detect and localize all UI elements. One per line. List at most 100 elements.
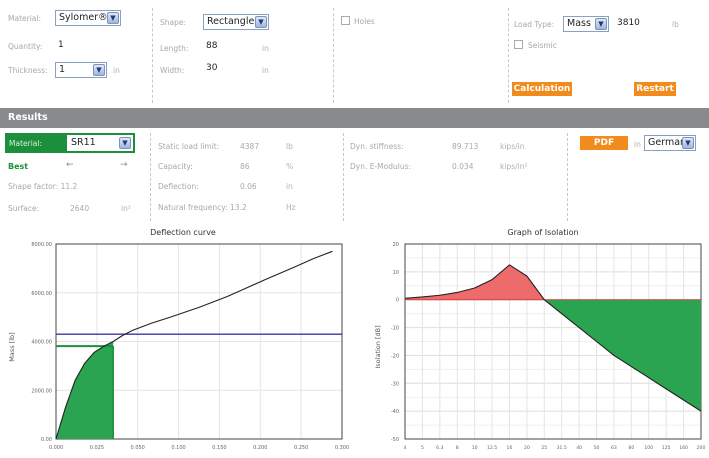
holes-label: Holes [354, 17, 375, 26]
capacity-label: Capacity: [158, 162, 193, 171]
seismic-label: Seismic [528, 41, 557, 50]
x-tick-label: 12.5 [487, 445, 497, 451]
x-tick-label: 16 [507, 445, 513, 451]
x-tick-label: 10 [472, 445, 478, 451]
y-tick-label: -30 [391, 381, 399, 387]
y-tick-label: 8000.00 [31, 242, 52, 248]
x-tick-label: 0.200 [253, 445, 267, 451]
chart-title: Graph of Isolation [507, 228, 578, 237]
calculation-button[interactable]: Calculation [512, 82, 572, 96]
divider [150, 133, 151, 221]
result-material-select[interactable]: SR11 ▼ [67, 135, 133, 151]
thickness-select[interactable]: 1 ▼ [55, 62, 107, 78]
divider [152, 8, 153, 103]
y-tick-label: 0 [396, 298, 399, 304]
chart-title: Deflection curve [150, 228, 216, 237]
best-label: Best [8, 162, 29, 171]
static-load-value: 4387 [240, 142, 260, 151]
x-tick-label: 0.000 [49, 445, 63, 451]
width-label: Width: [160, 66, 185, 75]
chevron-down-icon: ▼ [595, 18, 607, 30]
restart-button[interactable]: Restart [634, 82, 676, 96]
quantity-input[interactable]: 1 [55, 39, 105, 53]
length-label: Length: [160, 44, 189, 53]
y-tick-label: -50 [391, 437, 399, 443]
pdf-in-label: in [634, 140, 641, 149]
load-type-label: Load Type: [514, 20, 555, 29]
y-tick-label: -40 [391, 409, 399, 415]
y-tick-label: 2000.00 [31, 388, 52, 394]
prev-arrow-icon[interactable]: ← [66, 160, 74, 170]
y-tick-label: 0.00 [41, 437, 52, 443]
natural-frequency-unit: Hz [286, 203, 296, 212]
language-select[interactable]: German ▼ [644, 135, 696, 151]
x-tick-label: 6.3 [436, 445, 443, 451]
x-tick-label: 0.025 [90, 445, 104, 451]
x-tick-label: 8 [456, 445, 459, 451]
x-tick-label: 0.050 [131, 445, 145, 451]
thickness-unit: in [113, 66, 120, 75]
y-tick-label: -10 [391, 326, 399, 332]
material-select[interactable]: Sylomer® ▼ [55, 10, 121, 26]
chevron-down-icon: ▼ [682, 137, 694, 149]
width-input[interactable]: 30 [203, 62, 253, 76]
x-tick-label: 100 [644, 445, 653, 451]
x-tick-label: 125 [662, 445, 671, 451]
y-tick-label: 20 [393, 242, 399, 248]
dyn-emodulus-label: Dyn. E-Modulus: [350, 162, 412, 171]
shape-label: Shape: [160, 18, 187, 27]
deflection-value: 0.06 [240, 182, 257, 191]
chevron-down-icon: ▼ [107, 12, 119, 24]
x-tick-label: 50 [594, 445, 600, 451]
x-tick-label: 5 [421, 445, 424, 451]
y-tick-label: 10 [393, 270, 399, 276]
surface-value: 2640 [70, 204, 90, 213]
divider [343, 133, 344, 221]
load-type-select[interactable]: Mass ▼ [563, 16, 609, 32]
material-select-value: Sylomer® [59, 12, 108, 23]
x-tick-label: 4 [404, 445, 407, 451]
x-tick-label: 80 [628, 445, 634, 451]
language-select-value: German [648, 137, 687, 148]
holes-checkbox[interactable] [341, 16, 350, 25]
x-tick-label: 40 [576, 445, 582, 451]
thickness-select-value: 1 [59, 64, 66, 75]
load-value-input[interactable]: 3810 [614, 17, 664, 31]
y-tick-label: 6000.00 [31, 291, 52, 297]
divider [508, 8, 509, 103]
y-axis-label: Mass [lb] [8, 332, 16, 361]
y-axis-label: Isolation [dB] [374, 325, 382, 368]
static-load-label: Static load limit: [158, 142, 220, 151]
results-title: Results [8, 112, 48, 123]
x-tick-label: 0.150 [212, 445, 226, 451]
x-tick-label: 200 [697, 445, 706, 451]
deflection-unit: in [286, 182, 293, 191]
dyn-stiffness-label: Dyn. stiffness: [350, 142, 404, 151]
dyn-emodulus-value: 0.034 [452, 162, 474, 171]
x-tick-label: 160 [679, 445, 688, 451]
seismic-checkbox[interactable] [514, 40, 523, 49]
quantity-label: Quantity: [8, 42, 43, 51]
natural-frequency-label: Natural frequency: 13.2 [158, 203, 247, 212]
length-input[interactable]: 88 [203, 40, 253, 54]
surface-unit: in² [121, 204, 131, 213]
result-material-label: Material: [9, 139, 42, 148]
shape-select-value: Rectangle [207, 16, 255, 27]
dyn-stiffness-value: 89.713 [452, 142, 479, 151]
y-tick-label: -20 [391, 353, 399, 359]
x-tick-label: 20 [524, 445, 530, 451]
dyn-stiffness-unit: kips/in [500, 142, 525, 151]
result-material-row: Material: SR11 ▼ [5, 133, 135, 153]
chevron-down-icon: ▼ [93, 64, 105, 76]
shape-select[interactable]: Rectangle ▼ [203, 14, 269, 30]
deflection-chart: Deflection curve Mass [lb] 0.00 2000.00 40… [8, 228, 349, 451]
result-material-value: SR11 [71, 137, 96, 148]
next-arrow-icon[interactable]: → [120, 160, 128, 170]
dyn-emodulus-unit: kips/in² [500, 162, 528, 171]
static-load-unit: lb [286, 142, 293, 151]
chevron-down-icon: ▼ [255, 16, 267, 28]
pdf-button[interactable]: PDF [580, 136, 628, 150]
y-tick-label: 4000.00 [31, 340, 52, 346]
x-tick-label: 25 [541, 445, 547, 451]
capacity-value: 86 [240, 162, 250, 171]
